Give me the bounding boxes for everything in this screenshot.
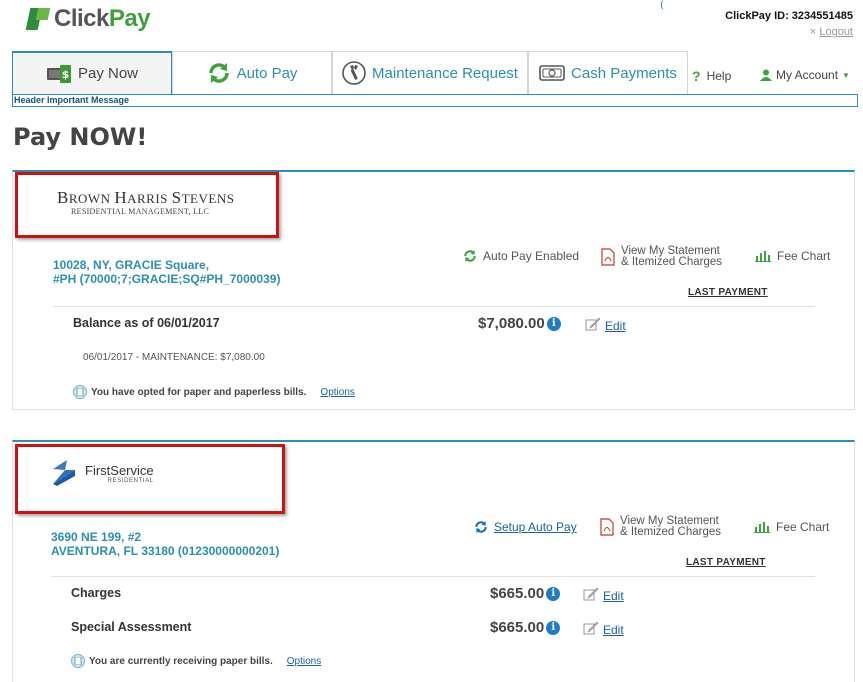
last-payment-header: LAST PAYMENT	[688, 287, 768, 298]
company-logo-subtitle: RESIDENTIAL	[107, 477, 154, 484]
header-important-message: Header Important Message	[12, 94, 858, 107]
bill-icon	[71, 654, 85, 668]
page-title: Pay NOW!	[13, 123, 148, 151]
pdf-icon	[600, 518, 614, 536]
clickpay-id: ClickPay ID: 3234551485	[725, 10, 853, 22]
address-line: AVENTURA, FL 33180 (01230000000201)	[51, 544, 280, 558]
statement-label: & Itemized Charges	[620, 526, 721, 538]
fee-chart-link[interactable]: Fee Chart	[754, 520, 829, 534]
edit-button[interactable]: Edit	[583, 621, 624, 638]
options-link[interactable]: Options	[287, 656, 321, 667]
view-statement-link[interactable]: View My Statement & Itemized Charges	[601, 245, 722, 268]
edit-link[interactable]: Edit	[603, 589, 624, 603]
edit-icon	[585, 317, 601, 334]
logout-link[interactable]: Logout	[819, 26, 853, 38]
info-icon[interactable]: i	[546, 620, 561, 635]
auto-pay-status: Auto Pay Enabled	[463, 249, 579, 263]
edit-link[interactable]: Edit	[603, 623, 624, 637]
auto-pay-status-label: Auto Pay Enabled	[483, 249, 580, 263]
company-logo-name: FirstService	[85, 462, 154, 478]
tab-maintenance-request-label: Maintenance Request	[372, 64, 518, 82]
address-line: 10028, NY, GRACIE Square,	[53, 258, 210, 272]
pdf-icon	[601, 248, 615, 266]
question-icon: ?	[692, 68, 701, 84]
user-icon	[760, 69, 772, 81]
last-payment-header: LAST PAYMENT	[686, 557, 766, 568]
edit-button[interactable]: Edit	[583, 587, 624, 604]
header-mark: (	[660, 0, 664, 11]
bill-preference: You have opted for paper and paperless b…	[73, 385, 355, 399]
bar-chart-icon	[754, 521, 770, 533]
logout: × Logout	[725, 26, 853, 38]
firstservice-logo-icon	[53, 460, 77, 486]
balance-amount: $7,080.00 i	[478, 315, 561, 332]
setup-auto-pay-label: Setup Auto Pay	[494, 520, 577, 534]
edit-icon	[583, 587, 599, 604]
amount-value: $7,080.00	[478, 315, 545, 332]
setup-auto-pay-link[interactable]: Setup Auto Pay	[474, 520, 577, 534]
help-link[interactable]: ? Help	[692, 68, 731, 84]
fee-chart-label: Fee Chart	[777, 249, 831, 263]
bill-preference-text: You are currently receiving paper bills.	[89, 655, 273, 667]
options-link[interactable]: Options	[320, 387, 354, 398]
address-line: 3690 NE 199, #2	[51, 530, 142, 544]
tab-pay-now-label: Pay Now	[77, 65, 139, 82]
fee-chart-label: Fee Chart	[776, 520, 830, 534]
my-account-menu[interactable]: My Account ▼	[760, 68, 850, 82]
property-address[interactable]: 3690 NE 199, #2 AVENTURA, FL 33180 (0123…	[51, 530, 279, 558]
statement-label: & Itemized Charges	[621, 256, 722, 268]
info-icon[interactable]: i	[546, 316, 561, 331]
wrench-icon	[342, 61, 366, 85]
charge-detail: 06/01/2017 - MAINTENANCE: $7,080.00	[83, 352, 265, 363]
property-card: FirstService RESIDENTIAL 3690 NE 199, #2…	[12, 440, 855, 682]
charge-label: Special Assessment	[71, 620, 192, 634]
close-icon: ×	[809, 26, 817, 38]
cash-icon	[539, 65, 565, 81]
bar-chart-icon	[755, 250, 771, 262]
tab-cash-payments[interactable]: Cash Payments	[528, 51, 688, 94]
info-icon[interactable]: i	[546, 586, 561, 601]
property-address[interactable]: 10028, NY, GRACIE Square, #PH (70000;7;G…	[53, 258, 280, 286]
company-logo: FirstService RESIDENTIAL	[53, 460, 154, 486]
view-statement-link[interactable]: View My Statement & Itemized Charges	[600, 515, 721, 538]
edit-button[interactable]: Edit	[585, 317, 626, 334]
divider	[53, 306, 815, 307]
tab-auto-pay-label: Auto Pay	[236, 64, 298, 82]
charge-amount: $665.00 i	[490, 585, 561, 602]
amount-value: $665.00	[490, 585, 545, 602]
clickpay-logo[interactable]: ClickPay	[25, 5, 151, 33]
tab-cash-payments-label: Cash Payments	[571, 64, 677, 82]
company-logo-name: BROWN HARRIS STEVENS	[57, 188, 235, 207]
main-tabs: $ Pay Now Auto Pay Maintenance Request C…	[12, 51, 688, 94]
charge-amount: $665.00 i	[490, 619, 561, 636]
charge-label: Charges	[71, 586, 122, 600]
refresh-icon	[207, 61, 231, 85]
edit-icon	[583, 621, 599, 638]
tab-pay-now[interactable]: $ Pay Now	[12, 51, 172, 94]
company-logo-subtitle: RESIDENTIAL MANAGEMENT, LLC	[71, 207, 210, 216]
bill-preference-text: You have opted for paper and paperless b…	[91, 386, 307, 398]
caret-down-icon: ▼	[842, 70, 850, 80]
refresh-icon	[474, 520, 488, 534]
svg-text:$: $	[62, 68, 70, 81]
bill-icon	[73, 385, 87, 399]
refresh-icon	[463, 249, 477, 263]
fee-chart-link[interactable]: Fee Chart	[755, 249, 830, 263]
help-label: Help	[706, 69, 732, 83]
tab-maintenance-request[interactable]: Maintenance Request	[332, 51, 528, 94]
money-icon: $	[46, 64, 72, 84]
amount-value: $665.00	[490, 619, 545, 636]
bill-preference: You are currently receiving paper bills.…	[71, 654, 321, 668]
my-account-label: My Account	[776, 68, 839, 82]
tab-auto-pay[interactable]: Auto Pay	[172, 51, 332, 94]
address-line: #PH (70000;7;GRACIE;SQ#PH_7000039)	[53, 272, 281, 286]
divider	[51, 576, 815, 577]
clickpay-logo-text: ClickPay	[54, 5, 151, 32]
property-card: BROWN HARRIS STEVENS RESIDENTIAL MANAGEM…	[12, 170, 855, 410]
clickpay-logo-icon	[25, 8, 51, 30]
header-account-info: ClickPay ID: 3234551485 × Logout	[725, 10, 853, 38]
edit-link[interactable]: Edit	[605, 319, 626, 333]
balance-label: Balance as of 06/01/2017	[73, 316, 220, 330]
